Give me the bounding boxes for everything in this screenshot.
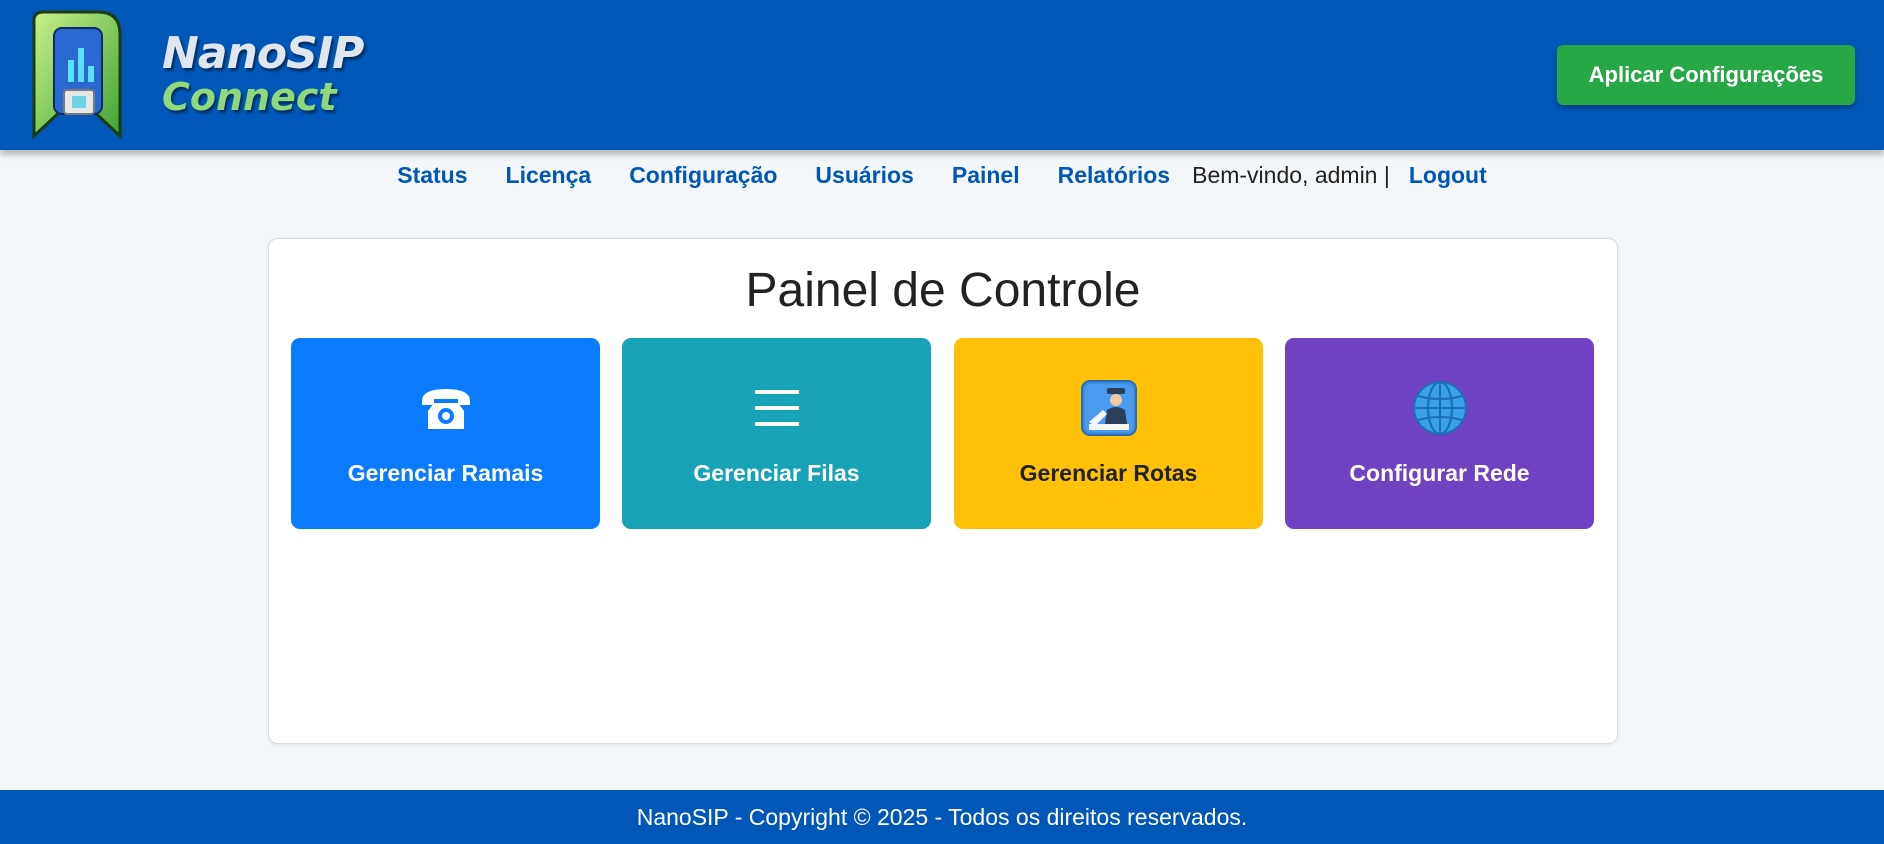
- page-footer: NanoSIP - Copyright © 2025 - Todos os di…: [0, 790, 1884, 844]
- apply-configurations-button[interactable]: Aplicar Configurações: [1557, 45, 1855, 105]
- nav-users[interactable]: Usuários: [815, 162, 913, 189]
- tile-label: Gerenciar Rotas: [1019, 460, 1198, 486]
- logo-line-1: NanoSIP: [162, 28, 364, 79]
- list-icon: [747, 378, 807, 438]
- copyright-text: NanoSIP - Copyright © 2025 - Todos os di…: [636, 803, 1248, 830]
- nanosip-logo[interactable]: NanoSIP Connect: [28, 10, 364, 140]
- top-header: NanoSIP Connect Aplicar Configurações: [0, 0, 1884, 150]
- globe-icon: [1410, 378, 1470, 438]
- manage-queues-tile[interactable]: Gerenciar Filas: [622, 338, 931, 529]
- logo-line-2: Connect: [162, 75, 337, 119]
- tile-label: Gerenciar Ramais: [347, 460, 544, 486]
- configure-network-tile[interactable]: Configurar Rede: [1285, 338, 1594, 529]
- logo-mark-icon: [32, 10, 122, 140]
- passport-control-icon: [1079, 378, 1139, 438]
- telephone-icon: [416, 378, 476, 438]
- control-panel-card: Painel de Controle Gerenciar Ramais Gere…: [268, 238, 1618, 744]
- manage-extensions-tile[interactable]: Gerenciar Ramais: [291, 338, 600, 529]
- nav-configuration[interactable]: Configuração: [629, 162, 777, 189]
- page-title: Painel de Controle: [745, 264, 1141, 317]
- nav-reports[interactable]: Relatórios: [1058, 162, 1170, 189]
- nav-license[interactable]: Licença: [506, 162, 592, 189]
- nav-status[interactable]: Status: [397, 162, 467, 189]
- tile-label: Gerenciar Filas: [693, 460, 860, 486]
- tile-label: Configurar Rede: [1349, 460, 1530, 486]
- logo-text: NanoSIP Connect: [162, 28, 364, 119]
- welcome-text: Bem-vindo, admin |: [1192, 161, 1390, 188]
- main-nav: Status Licença Configuração Usuários Pai…: [0, 158, 1884, 192]
- manage-routes-tile[interactable]: Gerenciar Rotas: [954, 338, 1263, 529]
- nav-panel[interactable]: Painel: [952, 162, 1020, 189]
- logout-link[interactable]: Logout: [1409, 162, 1487, 189]
